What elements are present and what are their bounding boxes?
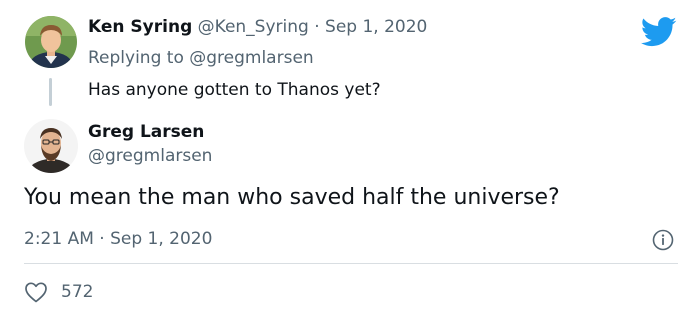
quoted-tweet-header: Ken Syring @Ken_Syring · Sep 1, 2020 <box>88 17 427 37</box>
replying-to[interactable]: Replying to @gregmlarsen <box>88 48 314 68</box>
tweet-timestamp[interactable]: 2:21 AM · Sep 1, 2020 <box>24 229 212 249</box>
author-name[interactable]: Greg Larsen <box>88 122 204 142</box>
quoted-tweet-text: Has anyone gotten to Thanos yet? <box>88 80 381 100</box>
tweet-text: You mean the man who saved half the univ… <box>24 185 560 210</box>
tweet-date[interactable]: Sep 1, 2020 <box>325 17 427 37</box>
separator: · <box>314 17 320 37</box>
divider <box>24 263 678 264</box>
thread-connector <box>49 78 52 106</box>
like-count: 572 <box>61 282 94 302</box>
like-button[interactable]: 572 <box>24 281 93 303</box>
info-icon[interactable] <box>652 229 674 251</box>
author-handle[interactable]: @gregmlarsen <box>88 146 212 166</box>
heart-icon <box>25 282 47 303</box>
author-name[interactable]: Ken Syring <box>88 17 192 37</box>
avatar[interactable] <box>24 119 78 173</box>
twitter-bird-icon[interactable] <box>641 17 677 47</box>
author-handle[interactable]: @Ken_Syring <box>198 17 309 37</box>
avatar[interactable] <box>25 16 77 68</box>
